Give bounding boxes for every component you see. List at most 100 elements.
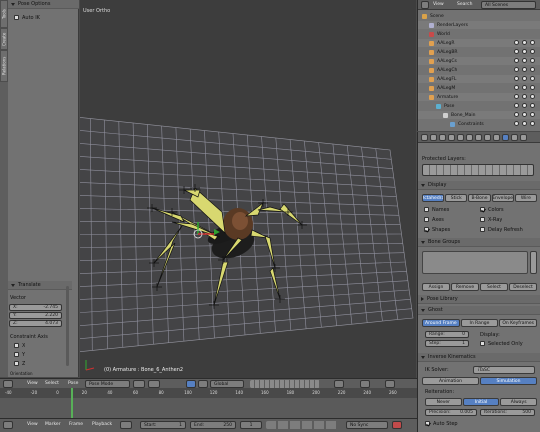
bone-group-list[interactable] [422, 251, 528, 274]
bone-group-assign-button[interactable]: Assign [422, 283, 450, 291]
properties-tab-icon[interactable] [520, 134, 527, 141]
visibility-eye-icon[interactable] [530, 112, 535, 117]
outliner-row[interactable]: Scene [418, 12, 540, 20]
properties-tab-icon[interactable] [439, 134, 446, 141]
bone-group-side-buttons[interactable] [530, 251, 537, 274]
sync-select[interactable]: No Sync [346, 421, 388, 429]
properties-tab-icon[interactable] [430, 134, 437, 141]
playback-menu[interactable]: Playback [92, 422, 112, 427]
visibility-eye-icon[interactable] [522, 76, 527, 81]
vector-y-field[interactable]: Y: 2.220 [9, 312, 62, 319]
visibility-eye-icon[interactable] [514, 103, 519, 108]
display-octahedral-button[interactable]: Octahedral [422, 194, 445, 202]
xray-checkbox[interactable]: X-Ray [480, 217, 502, 223]
visibility-eye-icon[interactable] [514, 85, 519, 90]
properties-tab-icon[interactable] [421, 134, 428, 141]
names-checkbox[interactable]: Names [424, 207, 449, 213]
outliner-row[interactable]: AALegR [418, 39, 540, 47]
reiteration-never-button[interactable]: Never [425, 398, 462, 406]
visibility-eye-icon[interactable] [514, 112, 519, 117]
auto-step-checkbox[interactable]: Auto Step [425, 421, 458, 427]
protected-layers-grid[interactable] [422, 164, 534, 176]
outliner-row[interactable]: Pose [418, 102, 540, 110]
timeline[interactable]: -40 -20 0 20 40 60 80 100 120 140 160 180 200 220 240 2… [0, 388, 417, 418]
visibility-eye-icon[interactable] [530, 40, 535, 45]
ghost-in-range-button[interactable]: In Range [460, 319, 499, 327]
visibility-eye-icon[interactable] [522, 85, 527, 90]
start-frame-field[interactable]: Start: 1 [140, 421, 186, 429]
properties-tab-icon[interactable] [511, 134, 518, 141]
auto-ik-checkbox[interactable]: Auto IK [14, 15, 40, 21]
visibility-eye-icon[interactable] [522, 121, 527, 126]
pose-library-header[interactable]: Pose Library [418, 295, 540, 304]
constraint-x-checkbox[interactable]: X [14, 343, 25, 349]
visibility-eye-icon[interactable] [522, 67, 527, 72]
axes-checkbox[interactable]: Axes [424, 217, 444, 223]
reiteration-always-button[interactable]: Always [500, 398, 537, 406]
visibility-eye-icon[interactable] [514, 121, 519, 126]
bone-groups-header[interactable]: Bone Groups [418, 238, 540, 247]
current-frame-marker[interactable] [71, 388, 73, 418]
outliner-row[interactable]: AALegCh [418, 66, 540, 74]
playback-controls[interactable] [266, 421, 338, 429]
precision-field[interactable]: Precision: 0.005 [425, 409, 477, 416]
display-header[interactable]: Display [418, 181, 540, 190]
outliner-row[interactable]: AALegCs [418, 57, 540, 65]
vector-z-field[interactable]: Z: 4.073 [9, 320, 62, 327]
editor-type-icon[interactable] [421, 1, 429, 9]
select-menu[interactable]: Select [45, 381, 59, 386]
visibility-eye-icon[interactable] [514, 67, 519, 72]
display-stick-button[interactable]: Stick [445, 194, 468, 202]
visibility-eye-icon[interactable] [522, 94, 527, 99]
ik-animation-button[interactable]: Animation [422, 377, 479, 385]
visibility-eye-icon[interactable] [530, 85, 535, 90]
snap-icon[interactable] [360, 380, 370, 388]
properties-tab-icon[interactable] [466, 134, 473, 141]
view-menu[interactable]: View [27, 381, 38, 386]
ghost-range-field[interactable]: Range: 0 [425, 331, 469, 338]
orientation-select[interactable]: Global [210, 380, 244, 388]
bone-group-select-button[interactable]: Select [480, 283, 508, 291]
outliner-scope-select[interactable]: All Scenes [481, 1, 536, 9]
visibility-eye-icon[interactable] [530, 94, 535, 99]
visibility-eye-icon[interactable] [522, 40, 527, 45]
tab-tools[interactable]: Tools [0, 0, 8, 28]
display-wire-button[interactable]: Wire [514, 194, 537, 202]
pivot-select[interactable] [148, 380, 160, 388]
visibility-eye-icon[interactable] [514, 40, 519, 45]
visibility-eye-icon[interactable] [514, 76, 519, 81]
selected-only-checkbox[interactable]: Selected Only [480, 341, 523, 347]
ik-solver-select[interactable]: iTaSC [473, 366, 535, 374]
vector-x-field[interactable]: X: -2.745 [9, 304, 62, 311]
iterations-field[interactable]: Iterations: 500 [480, 409, 535, 416]
colors-checkbox[interactable]: Colors [480, 207, 504, 213]
outliner-row[interactable]: AALegM [418, 84, 540, 92]
properties-tab-icon[interactable] [493, 134, 500, 141]
display-envelope-button[interactable]: Envelope [491, 194, 514, 202]
timeline-ruler[interactable]: -40 -20 0 20 40 60 80 100 120 140 160 180 200 220 240 2… [0, 388, 417, 398]
outliner-row[interactable]: AALegBR [418, 48, 540, 56]
shapes-checkbox[interactable]: Shapes [424, 227, 450, 233]
bone-group-remove-button[interactable]: Remove [451, 283, 479, 291]
visibility-eye-icon[interactable] [530, 121, 535, 126]
outliner-view-menu[interactable]: View [433, 2, 444, 7]
bone-group-deselect-button[interactable]: Deselect [509, 283, 537, 291]
visibility-eye-icon[interactable] [514, 58, 519, 63]
pose-menu[interactable]: Pose [68, 381, 78, 386]
ghost-header[interactable]: Ghost [418, 306, 540, 315]
layer-buttons[interactable] [250, 380, 320, 388]
translate-header[interactable]: Translate [8, 281, 72, 290]
visibility-eye-icon[interactable] [514, 94, 519, 99]
outliner-row[interactable]: Bone_Main [418, 111, 540, 119]
visibility-eye-icon[interactable] [530, 67, 535, 72]
tab-create[interactable]: Create [0, 28, 8, 50]
render-icon[interactable] [385, 380, 395, 388]
mode-select[interactable]: Pose Mode [85, 380, 130, 388]
constraint-y-checkbox[interactable]: Y [14, 352, 25, 358]
visibility-eye-icon[interactable] [530, 103, 535, 108]
shading-select[interactable] [133, 380, 145, 388]
outliner-row[interactable]: World [418, 30, 540, 38]
pose-options-header[interactable]: Pose Options [8, 0, 79, 9]
visibility-eye-icon[interactable] [530, 58, 535, 63]
properties-tab-icon[interactable] [448, 134, 455, 141]
